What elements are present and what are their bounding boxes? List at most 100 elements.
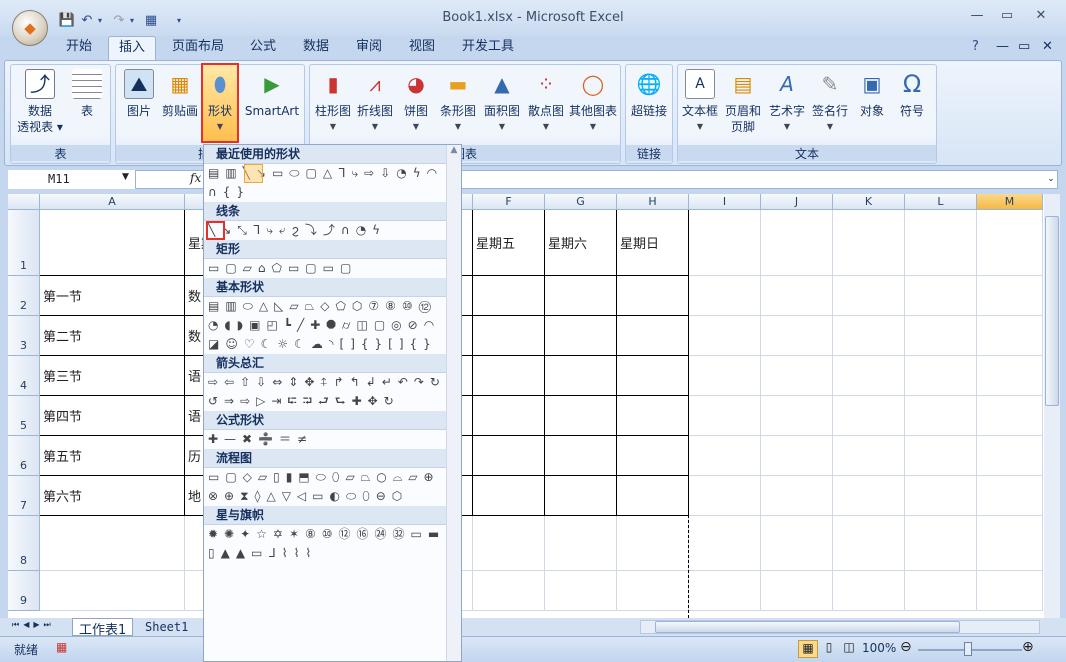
wordart-button[interactable]: A 艺术字 ▼ <box>766 69 808 135</box>
zoom-slider-thumb[interactable] <box>964 642 972 656</box>
cell-J5[interactable] <box>761 396 833 436</box>
cell-A4[interactable]: 第三节 <box>40 356 185 396</box>
ribbon-minimize-button[interactable]: — <box>992 36 1013 60</box>
cell-A3[interactable]: 第二节 <box>40 316 185 356</box>
vertical-scrollbar[interactable] <box>1044 194 1060 618</box>
cell-J2[interactable] <box>761 276 833 316</box>
cell-A2[interactable]: 第一节 <box>40 276 185 316</box>
cell-J3[interactable] <box>761 316 833 356</box>
column-chart-button[interactable]: ▮ 柱形图 ▼ <box>314 69 352 135</box>
shape-options-icon[interactable]: ▭▢◇▱▯▮⬒⬭⬯▱⏢○⌓▱⊕⊗⊕⧗◊△▽◁▭◐⬭⬯⊖⬡ <box>204 468 446 506</box>
cell-F2[interactable] <box>473 276 545 316</box>
cell-F5[interactable] <box>473 396 545 436</box>
cell-H8[interactable] <box>617 516 689 571</box>
cell-K8[interactable] <box>833 516 905 571</box>
cell-H4[interactable] <box>617 356 689 396</box>
cell-M3[interactable] <box>977 316 1043 356</box>
cell-G2[interactable] <box>545 276 617 316</box>
ribbon-close-button[interactable]: ✕ <box>1038 36 1057 60</box>
page-layout-view-icon[interactable]: ▯ <box>820 640 838 654</box>
cell-A1[interactable] <box>40 210 185 276</box>
cell-L1[interactable] <box>905 210 977 276</box>
select-all-button[interactable] <box>8 194 40 210</box>
cell-G6[interactable] <box>545 436 617 476</box>
row-header-4[interactable]: 4 <box>8 356 40 396</box>
cell-I9[interactable] <box>689 571 761 611</box>
cell-K3[interactable] <box>833 316 905 356</box>
cell-A6[interactable]: 第五节 <box>40 436 185 476</box>
cell-L4[interactable] <box>905 356 977 396</box>
cell-H5[interactable] <box>617 396 689 436</box>
row-header-2[interactable]: 2 <box>8 276 40 316</box>
cell-A8[interactable] <box>40 516 185 571</box>
shape-options-icon[interactable]: ╲↘⤡ᒣ⤷⤶ϩ⤵⤴∩◔ϟ <box>204 221 446 240</box>
cell-L2[interactable] <box>905 276 977 316</box>
cell-I7[interactable] <box>689 476 761 516</box>
column-header-A[interactable]: A <box>40 194 185 210</box>
column-header-K[interactable]: K <box>833 194 905 210</box>
shape-options-icon[interactable]: ▭▢▱⌂⬠▭▢▭▢ <box>204 259 446 278</box>
cell-M4[interactable] <box>977 356 1043 396</box>
row-header-9[interactable]: 9 <box>8 571 40 611</box>
signature-button[interactable]: ✎ 签名行 ▼ <box>810 69 850 135</box>
cell-H3[interactable] <box>617 316 689 356</box>
row-header-1[interactable]: 1 <box>8 210 40 276</box>
normal-view-icon[interactable]: ▦ <box>798 640 818 658</box>
maximize-button[interactable]: ▭ <box>996 8 1018 26</box>
smartart-button[interactable]: ▶ SmartArt <box>244 69 300 119</box>
cell-G1[interactable]: 星期六 <box>545 210 617 276</box>
close-button[interactable]: ✕ <box>1030 8 1052 26</box>
cell-L7[interactable] <box>905 476 977 516</box>
column-header-J[interactable]: J <box>761 194 833 210</box>
cell-A9[interactable] <box>40 571 185 611</box>
shapes-button[interactable]: ⬮ 形状 ▼ <box>201 63 239 143</box>
cell-H9[interactable] <box>617 571 689 611</box>
hyperlink-button[interactable]: 🌐 超链接 <box>628 69 670 119</box>
cell-F4[interactable] <box>473 356 545 396</box>
cell-L9[interactable] <box>905 571 977 611</box>
pivot-table-button[interactable]: ⤴ 数据 透视表 ▾ <box>15 69 65 135</box>
tab-page-layout[interactable]: 页面布局 <box>162 36 234 60</box>
header-footer-button[interactable]: ▤ 页眉和 页脚 <box>722 69 764 135</box>
cell-I3[interactable] <box>689 316 761 356</box>
minimize-button[interactable]: — <box>966 8 988 26</box>
cell-I1[interactable] <box>689 210 761 276</box>
sheet-tab-active[interactable]: 工作表1 <box>72 618 134 638</box>
cell-L8[interactable] <box>905 516 977 571</box>
shape-options-icon[interactable]: ✚—✖➗＝≠ <box>204 430 446 449</box>
cell-M8[interactable] <box>977 516 1043 571</box>
zoom-out-button[interactable]: ⊖ <box>900 639 912 655</box>
cell-I4[interactable] <box>689 356 761 396</box>
cell-J4[interactable] <box>761 356 833 396</box>
sheet-nav-buttons[interactable]: ⏮◀▶⏭ <box>12 620 55 630</box>
cell-G7[interactable] <box>545 476 617 516</box>
cell-M7[interactable] <box>977 476 1043 516</box>
cell-F8[interactable] <box>473 516 545 571</box>
other-chart-button[interactable]: ◯ 其他图表 ▼ <box>568 69 618 135</box>
cell-F7[interactable] <box>473 476 545 516</box>
help-button[interactable]: ? <box>968 36 983 60</box>
cell-A7[interactable]: 第六节 <box>40 476 185 516</box>
cell-K6[interactable] <box>833 436 905 476</box>
macro-record-icon[interactable]: ▦ <box>56 640 67 654</box>
tab-review[interactable]: 审阅 <box>346 36 392 60</box>
area-chart-button[interactable]: ▲ 面积图 ▼ <box>482 69 522 135</box>
row-header-8[interactable]: 8 <box>8 516 40 571</box>
ribbon-restore-button[interactable]: ▭ <box>1014 36 1034 60</box>
column-header-M[interactable]: M <box>977 194 1043 210</box>
tab-home[interactable]: 开始 <box>56 36 102 60</box>
cell-A5[interactable]: 第四节 <box>40 396 185 436</box>
cell-I5[interactable] <box>689 396 761 436</box>
vertical-scroll-thumb[interactable] <box>1045 216 1059 406</box>
cell-K1[interactable] <box>833 210 905 276</box>
formula-bar[interactable] <box>8 170 1058 189</box>
row-header-3[interactable]: 3 <box>8 316 40 356</box>
tab-data[interactable]: 数据 <box>293 36 339 60</box>
horizontal-scrollbar[interactable] <box>640 620 1040 634</box>
cell-G8[interactable] <box>545 516 617 571</box>
cell-F6[interactable] <box>473 436 545 476</box>
shape-options-icon[interactable]: ▤▥╲↘▭⬭▢△ᒣ⤷⇨⇩◔ϟ◠∩{} <box>204 164 446 202</box>
scatter-chart-button[interactable]: ⁘ 散点图 ▼ <box>526 69 566 135</box>
clipart-button[interactable]: ▦ 剪贴画 <box>160 69 200 119</box>
cell-I6[interactable] <box>689 436 761 476</box>
